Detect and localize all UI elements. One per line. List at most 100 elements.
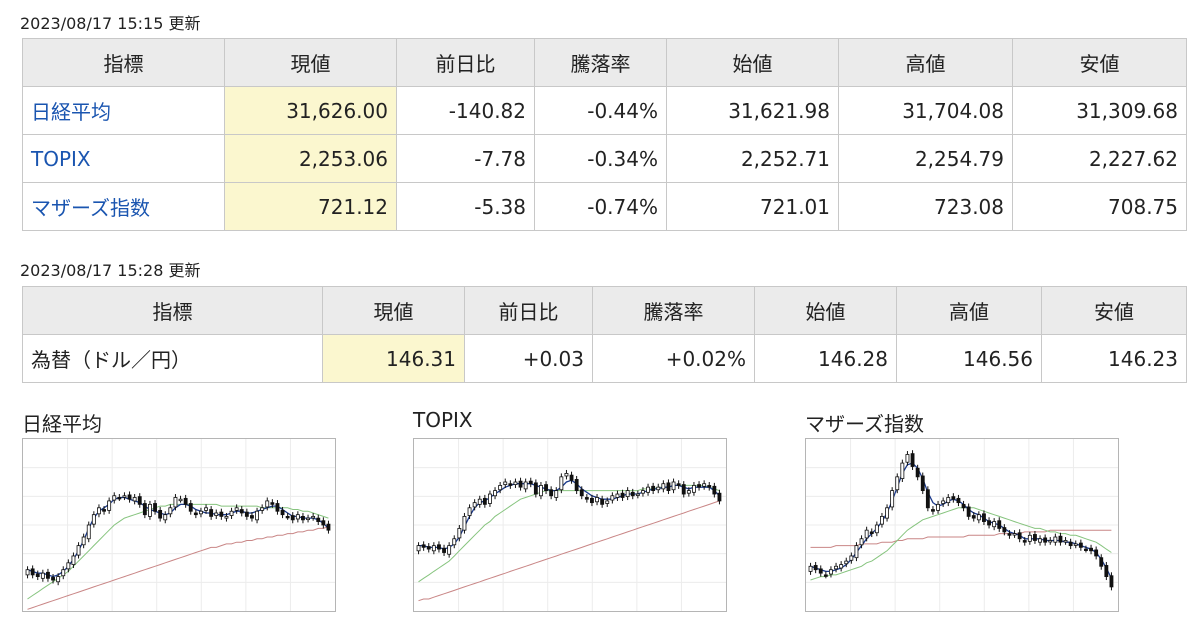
candle [646, 483, 650, 496]
candle-body [661, 483, 666, 490]
candle-body [244, 511, 249, 517]
candle-body [1109, 575, 1114, 588]
topix-link[interactable]: TOPIX [31, 147, 91, 171]
col-header-change: 前日比 [464, 286, 593, 335]
candle-body [462, 516, 467, 531]
index-name-cell: TOPIX [22, 134, 225, 183]
candle-body [931, 509, 935, 512]
candle [295, 511, 300, 523]
candle-body [35, 573, 40, 578]
mothers-chart[interactable] [805, 438, 1119, 612]
candle [311, 512, 316, 521]
candle-body [712, 485, 717, 495]
low-value: 146.23 [1041, 334, 1187, 383]
candle-body [1063, 540, 1068, 543]
candle-body [946, 497, 951, 504]
candle-body [676, 483, 681, 486]
table-row: TOPIX 2,253.06 -7.78 -0.34% 2,252.71 2,2… [22, 134, 1187, 183]
candle-body [321, 520, 326, 526]
col-header-low: 安値 [1012, 38, 1187, 87]
candle-body [869, 531, 874, 534]
candle-body [554, 490, 559, 498]
candle-body [849, 555, 854, 561]
candle-body [707, 485, 712, 488]
candle [961, 500, 966, 512]
pct-value: -0.34% [534, 134, 667, 183]
candle [1063, 537, 1068, 545]
candle-body [885, 507, 889, 519]
chart-title-topix: TOPIX [413, 408, 473, 432]
candle [839, 561, 844, 572]
candle-body [590, 497, 594, 504]
candle [46, 568, 50, 582]
candle-body [1104, 565, 1109, 577]
candle [992, 518, 997, 531]
candle-body [112, 495, 117, 501]
candle [518, 477, 523, 491]
candle-body [620, 492, 625, 498]
candle-body [915, 467, 920, 478]
table-header-row: 指標 現値 前日比 騰落率 始値 高値 安値 [22, 286, 1187, 335]
candle-body [488, 493, 492, 504]
candle-body [692, 485, 696, 493]
candle [306, 514, 310, 523]
candle [239, 506, 244, 517]
candle-body [477, 498, 482, 505]
candle [467, 504, 472, 519]
candle-body [224, 516, 229, 519]
candle-body [615, 493, 620, 498]
table-row: 日経平均 31,626.00 -140.82 -0.44% 31,621.98 … [22, 86, 1187, 135]
candle [219, 508, 224, 520]
candle [214, 509, 219, 519]
fx-name: 為替（ドル／円） [22, 334, 323, 383]
candle [1053, 533, 1058, 546]
candle [905, 451, 910, 466]
candle-body [426, 546, 431, 550]
candle-body [168, 507, 173, 515]
ma-long-line [810, 529, 1112, 548]
candle [523, 478, 528, 493]
candle-body [503, 481, 508, 485]
candle [890, 487, 895, 511]
candle-body [584, 497, 589, 500]
candle [920, 472, 925, 495]
chart-title-nikkei: 日経平均 [22, 412, 102, 436]
candle-body [905, 454, 910, 463]
candle [142, 500, 147, 519]
current-value: 721.12 [224, 182, 397, 231]
candle-body [997, 520, 1002, 529]
candle-body [1078, 542, 1083, 548]
high-value: 31,704.08 [838, 86, 1013, 135]
candle-body [829, 569, 833, 575]
candle-body [823, 574, 828, 577]
candle-body [1084, 548, 1088, 551]
nikkei-chart[interactable] [22, 438, 336, 612]
candle [513, 478, 518, 489]
ma-long-line [418, 500, 720, 602]
candle [702, 480, 707, 490]
candle-body [467, 507, 472, 516]
candle [697, 481, 701, 491]
candle [290, 512, 295, 524]
candle-body [416, 545, 421, 552]
candle [651, 482, 656, 495]
candle [508, 480, 513, 489]
candle-body [610, 495, 615, 501]
candle-body [671, 481, 676, 491]
candle [301, 512, 305, 524]
candle [925, 486, 930, 512]
candle [997, 517, 1002, 532]
candle [931, 506, 935, 515]
candle-body [316, 517, 321, 522]
candle [86, 521, 91, 543]
mothers-link[interactable]: マザーズ指数 [31, 196, 150, 220]
candle [808, 562, 813, 575]
candle [431, 542, 436, 555]
candle [823, 571, 828, 579]
candle [229, 507, 234, 519]
nikkei-link[interactable]: 日経平均 [31, 100, 111, 124]
candle-body [539, 485, 543, 497]
candle-body [234, 507, 239, 511]
topix-chart[interactable] [413, 438, 727, 612]
candle [595, 494, 599, 506]
